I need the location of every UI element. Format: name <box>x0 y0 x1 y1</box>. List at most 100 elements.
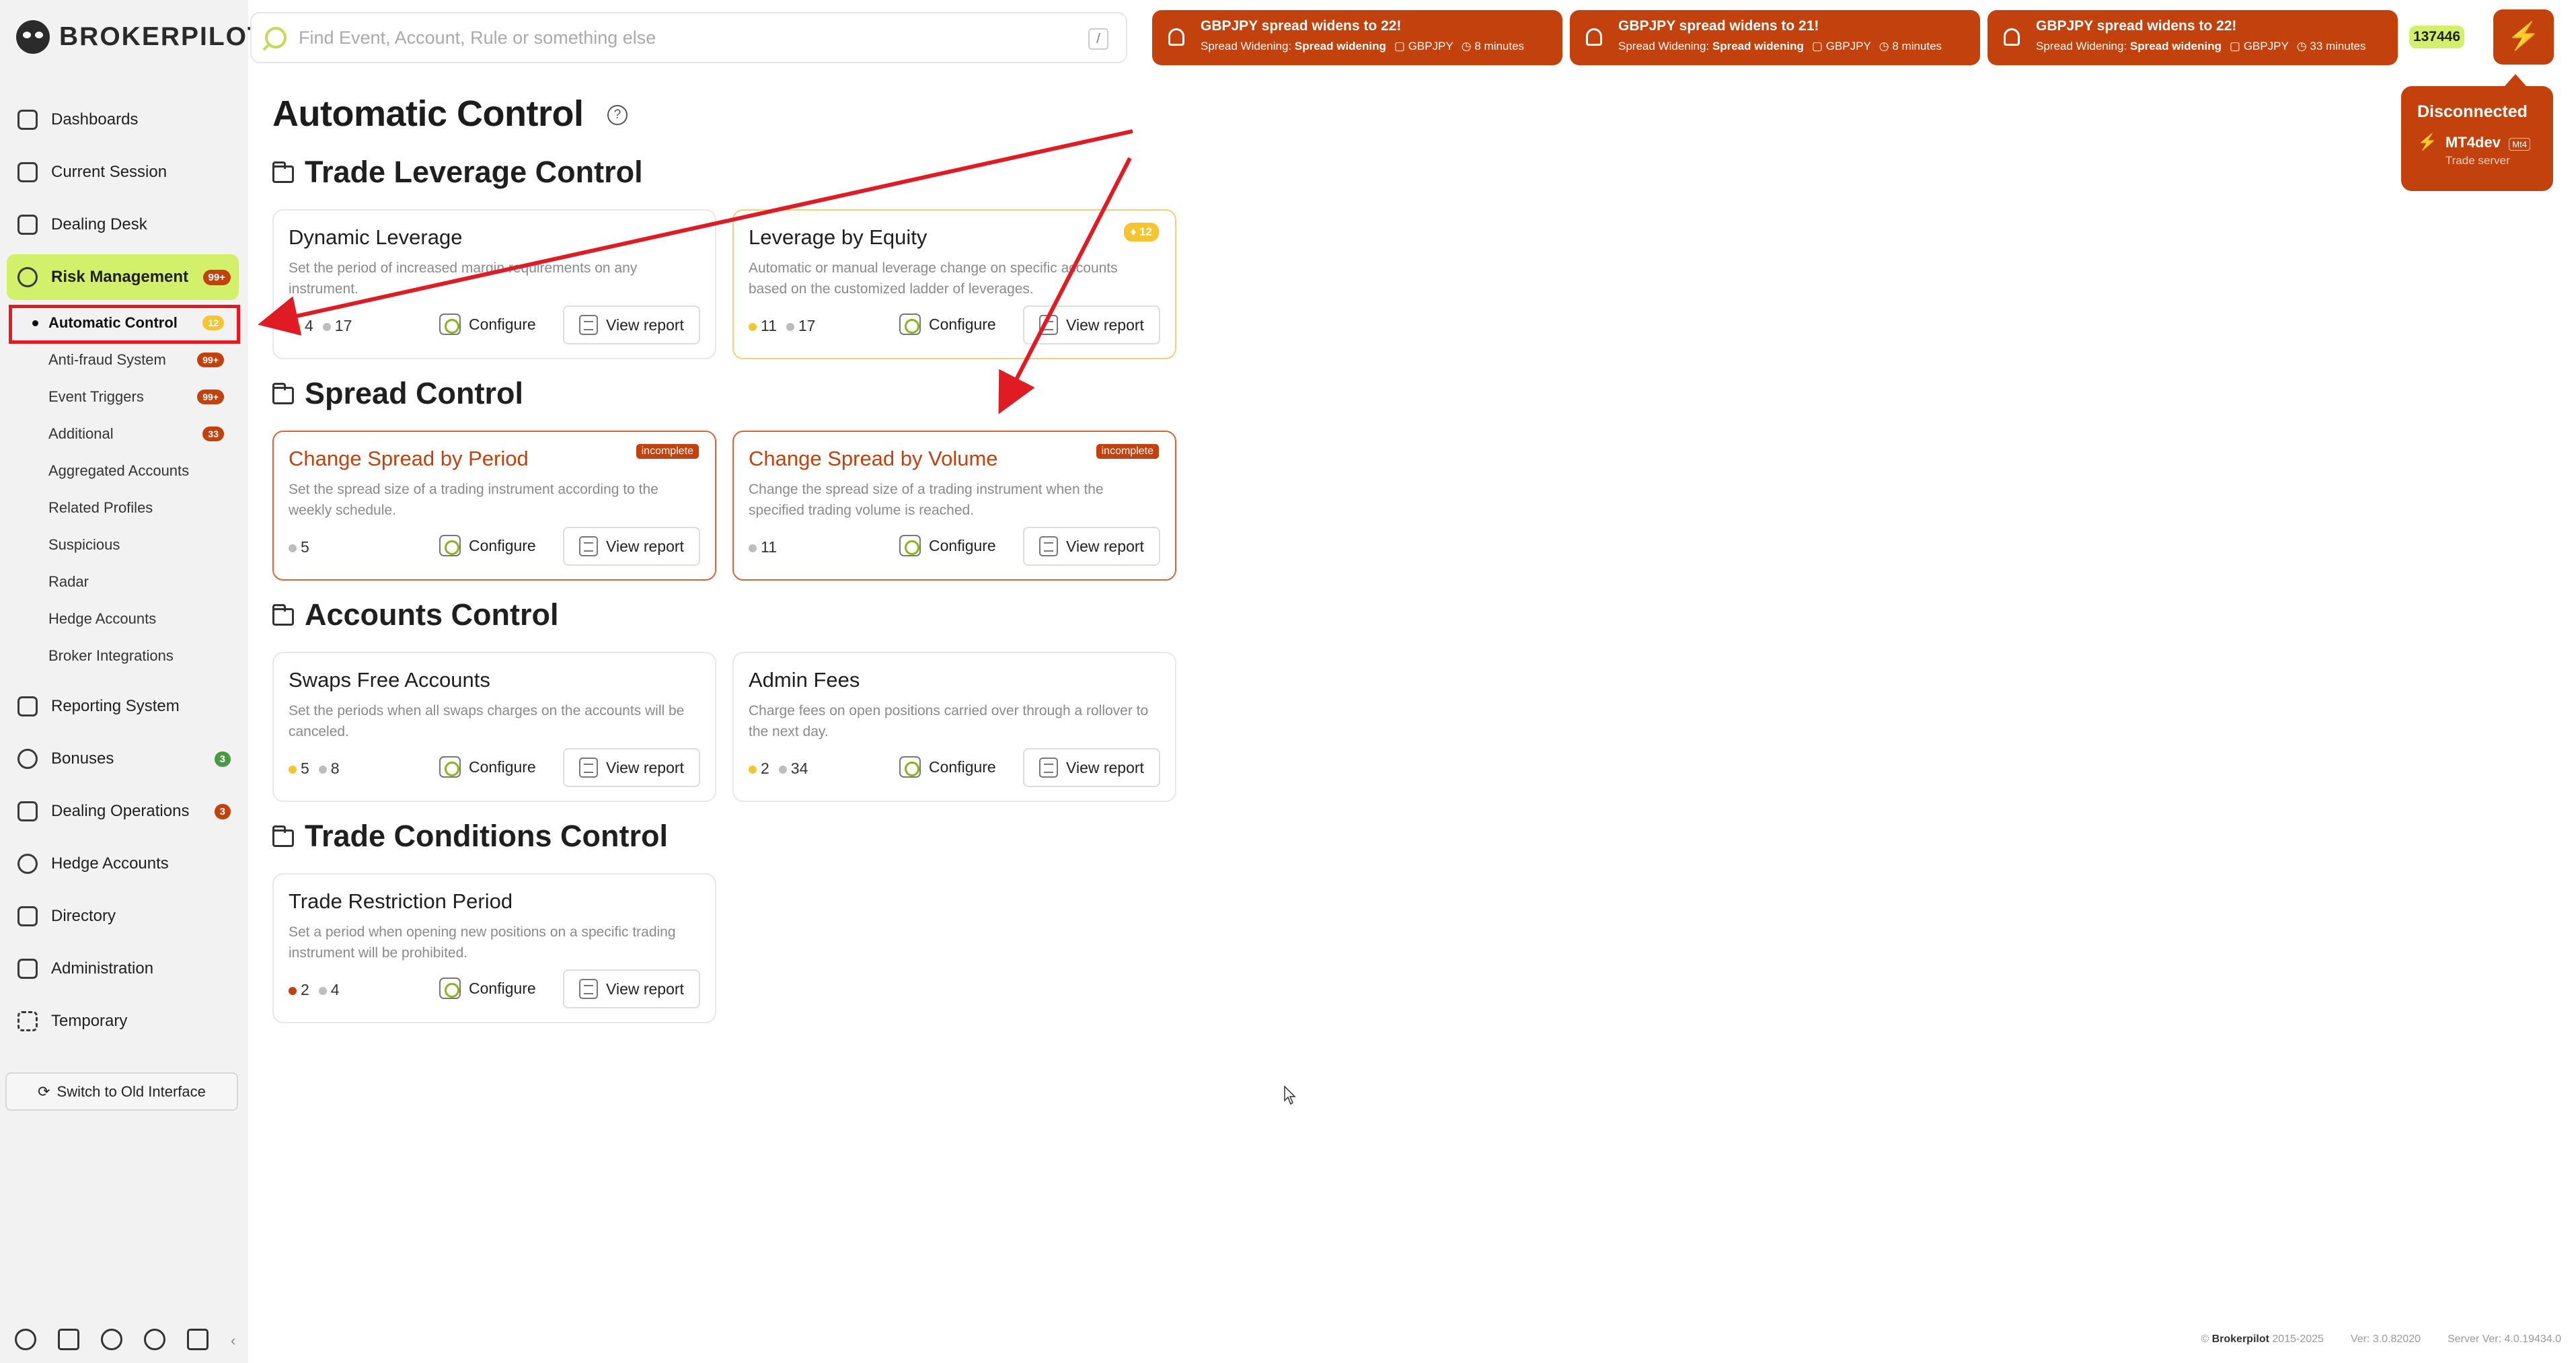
search-shortcut-key: / <box>1088 28 1108 50</box>
submenu-item-radar[interactable]: Radar <box>7 563 239 600</box>
view-report-button[interactable]: View report <box>1023 748 1160 787</box>
notification-toast[interactable]: GBPJPY spread widens to 22! Spread Widen… <box>1152 10 1562 65</box>
report-icon <box>1039 315 1059 335</box>
global-search[interactable]: Find Event, Account, Rule or something e… <box>250 12 1127 63</box>
submenu-item-related-profiles[interactable]: Related Profiles <box>7 489 239 526</box>
notification-toast[interactable]: GBPJPY spread widens to 21! Spread Widen… <box>1570 10 1980 65</box>
count-badge: 3 <box>214 803 231 819</box>
switch-interface-button[interactable]: ⟳ Switch to Old Interface <box>5 1072 238 1111</box>
status-dot <box>778 765 787 774</box>
sidebar-item-risk-management[interactable]: Risk Management 99+ <box>7 254 239 300</box>
rule-card[interactable]: Admin Fees Charge fees on open positions… <box>732 652 1176 802</box>
settings-icon[interactable] <box>15 1329 36 1350</box>
submenu-item-anti-fraud[interactable]: Anti-fraud System 99+ <box>7 341 239 378</box>
dashed-square-icon <box>17 1011 38 1031</box>
configure-button[interactable]: Configure <box>899 535 996 556</box>
view-report-label: View report <box>1066 537 1144 555</box>
configure-label: Configure <box>929 536 996 554</box>
submenu-item-automatic-control[interactable]: Automatic Control 12 <box>7 304 239 341</box>
view-report-button[interactable]: View report <box>563 969 700 1008</box>
sidebar-footer-tools <box>15 1329 209 1350</box>
view-report-button[interactable]: View report <box>563 748 700 787</box>
section-accounts-control: Accounts Control <box>272 597 559 632</box>
view-report-button[interactable]: View report <box>563 527 700 566</box>
inactive-count: 17 <box>798 317 816 334</box>
user-id-badge[interactable]: 137446 <box>2409 26 2464 48</box>
submenu-item-broker-integrations[interactable]: Broker Integrations <box>7 637 239 674</box>
notification-toast[interactable]: GBPJPY spread widens to 22! Spread Widen… <box>1987 10 2398 65</box>
submenu-item-aggregated-accounts[interactable]: Aggregated Accounts <box>7 452 239 489</box>
view-report-label: View report <box>1066 316 1144 334</box>
rule-card[interactable]: Change Spread by Volume incomplete Chang… <box>732 431 1176 581</box>
moon-icon[interactable] <box>101 1329 122 1350</box>
alert-count-badge: ♦ 12 <box>1123 223 1159 242</box>
configure-button[interactable]: Configure <box>899 756 996 778</box>
switch-interface-label: Switch to Old Interface <box>56 1082 206 1100</box>
submenu-item-label: Suspicious <box>48 536 120 553</box>
clipboard-icon <box>17 696 38 716</box>
count-badge: 99+ <box>202 269 231 285</box>
sidebar-item-bonuses[interactable]: Bonuses 3 <box>7 736 239 782</box>
logo[interactable]: BROKERPILOT <box>16 20 265 54</box>
sidebar-item-current-session[interactable]: Current Session <box>7 149 239 195</box>
submenu-item-additional[interactable]: Additional 33 <box>7 415 239 452</box>
configure-button[interactable]: Configure <box>439 535 536 556</box>
sound-off-icon[interactable] <box>144 1329 165 1350</box>
notification-title: GBPJPY spread widens to 21! <box>1618 18 1819 34</box>
page-title: Automatic Control <box>272 94 584 134</box>
sidebar-item-directory[interactable]: Directory <box>7 893 239 939</box>
sidebar-item-dealing-operations[interactable]: Dealing Operations 3 <box>7 788 239 834</box>
notification-meta: Spread Widening: Spread widening GBPJPY … <box>1201 40 1562 53</box>
submenu-item-hedge-accounts[interactable]: Hedge Accounts <box>7 600 239 637</box>
rule-card[interactable]: Trade Restriction Period Set a period wh… <box>272 873 716 1023</box>
configure-icon <box>899 756 921 778</box>
card-stats: 5 8 <box>289 760 340 778</box>
sidebar-item-label: Hedge Accounts <box>51 854 169 873</box>
sidebar-item-dashboards[interactable]: Dashboards <box>7 97 239 143</box>
card-stats: 11 17 <box>749 317 815 335</box>
configure-button[interactable]: Configure <box>439 314 536 335</box>
rule-card[interactable]: Leverage by Equity ♦ 12 Automatic or man… <box>732 209 1176 359</box>
section-title: Trade Leverage Control <box>305 155 643 189</box>
view-report-label: View report <box>606 980 684 998</box>
sidebar-item-administration[interactable]: Administration <box>7 946 239 992</box>
rule-card[interactable]: Dynamic Leverage Set the period of incre… <box>272 209 716 359</box>
notification-category: Spread Widening: <box>1618 40 1710 52</box>
plug-icon: ⚡ <box>2507 22 2540 51</box>
sidebar-item-reporting-system[interactable]: Reporting System <box>7 684 239 729</box>
submenu-item-label: Aggregated Accounts <box>48 462 190 479</box>
view-report-button[interactable]: View report <box>1023 527 1160 566</box>
sidebar-item-temporary[interactable]: Temporary <box>7 998 239 1044</box>
bell-icon <box>1586 28 1602 46</box>
card-title: Leverage by Equity <box>749 225 927 249</box>
rule-card[interactable]: Swaps Free Accounts Set the periods when… <box>272 652 716 802</box>
flame-icon: ♦ <box>1130 225 1140 238</box>
configure-button[interactable]: Configure <box>899 314 996 335</box>
submenu-item-suspicious[interactable]: Suspicious <box>7 526 239 563</box>
gauge-icon <box>17 267 38 287</box>
connection-button[interactable]: ⚡ <box>2493 9 2554 65</box>
sidebar-item-hedge-accounts[interactable]: Hedge Accounts <box>7 841 239 887</box>
status-dot <box>289 322 297 331</box>
collapse-sidebar-icon[interactable]: ‹ <box>231 1332 235 1350</box>
monitor-icon[interactable] <box>58 1329 79 1350</box>
card-stats: 2 4 <box>289 981 340 999</box>
gift-icon <box>17 749 38 769</box>
server-row[interactable]: ⚡ MT4dev Mt4 Trade server <box>2417 134 2553 168</box>
server-desc: Trade server <box>2445 154 2510 167</box>
help-icon[interactable]: ? <box>607 105 628 125</box>
view-report-label: View report <box>606 758 684 776</box>
card-description: Set the period of increased margin requi… <box>289 260 638 297</box>
configure-button[interactable]: Configure <box>439 756 536 778</box>
view-report-button[interactable]: View report <box>1023 305 1160 344</box>
submenu-item-event-triggers[interactable]: Event Triggers 99+ <box>7 378 239 415</box>
configure-icon <box>439 535 461 556</box>
sidebar-item-dealing-desk[interactable]: Dealing Desk <box>7 202 239 248</box>
inactive-count: 5 <box>301 538 309 556</box>
view-report-button[interactable]: View report <box>563 305 700 344</box>
card-description: Charge fees on open positions carried ov… <box>749 703 1149 739</box>
logout-icon[interactable] <box>187 1329 209 1350</box>
rule-card[interactable]: Change Spread by Period incomplete Set t… <box>272 431 716 581</box>
sidebar-item-label: Temporary <box>51 1012 128 1030</box>
configure-button[interactable]: Configure <box>439 978 536 999</box>
